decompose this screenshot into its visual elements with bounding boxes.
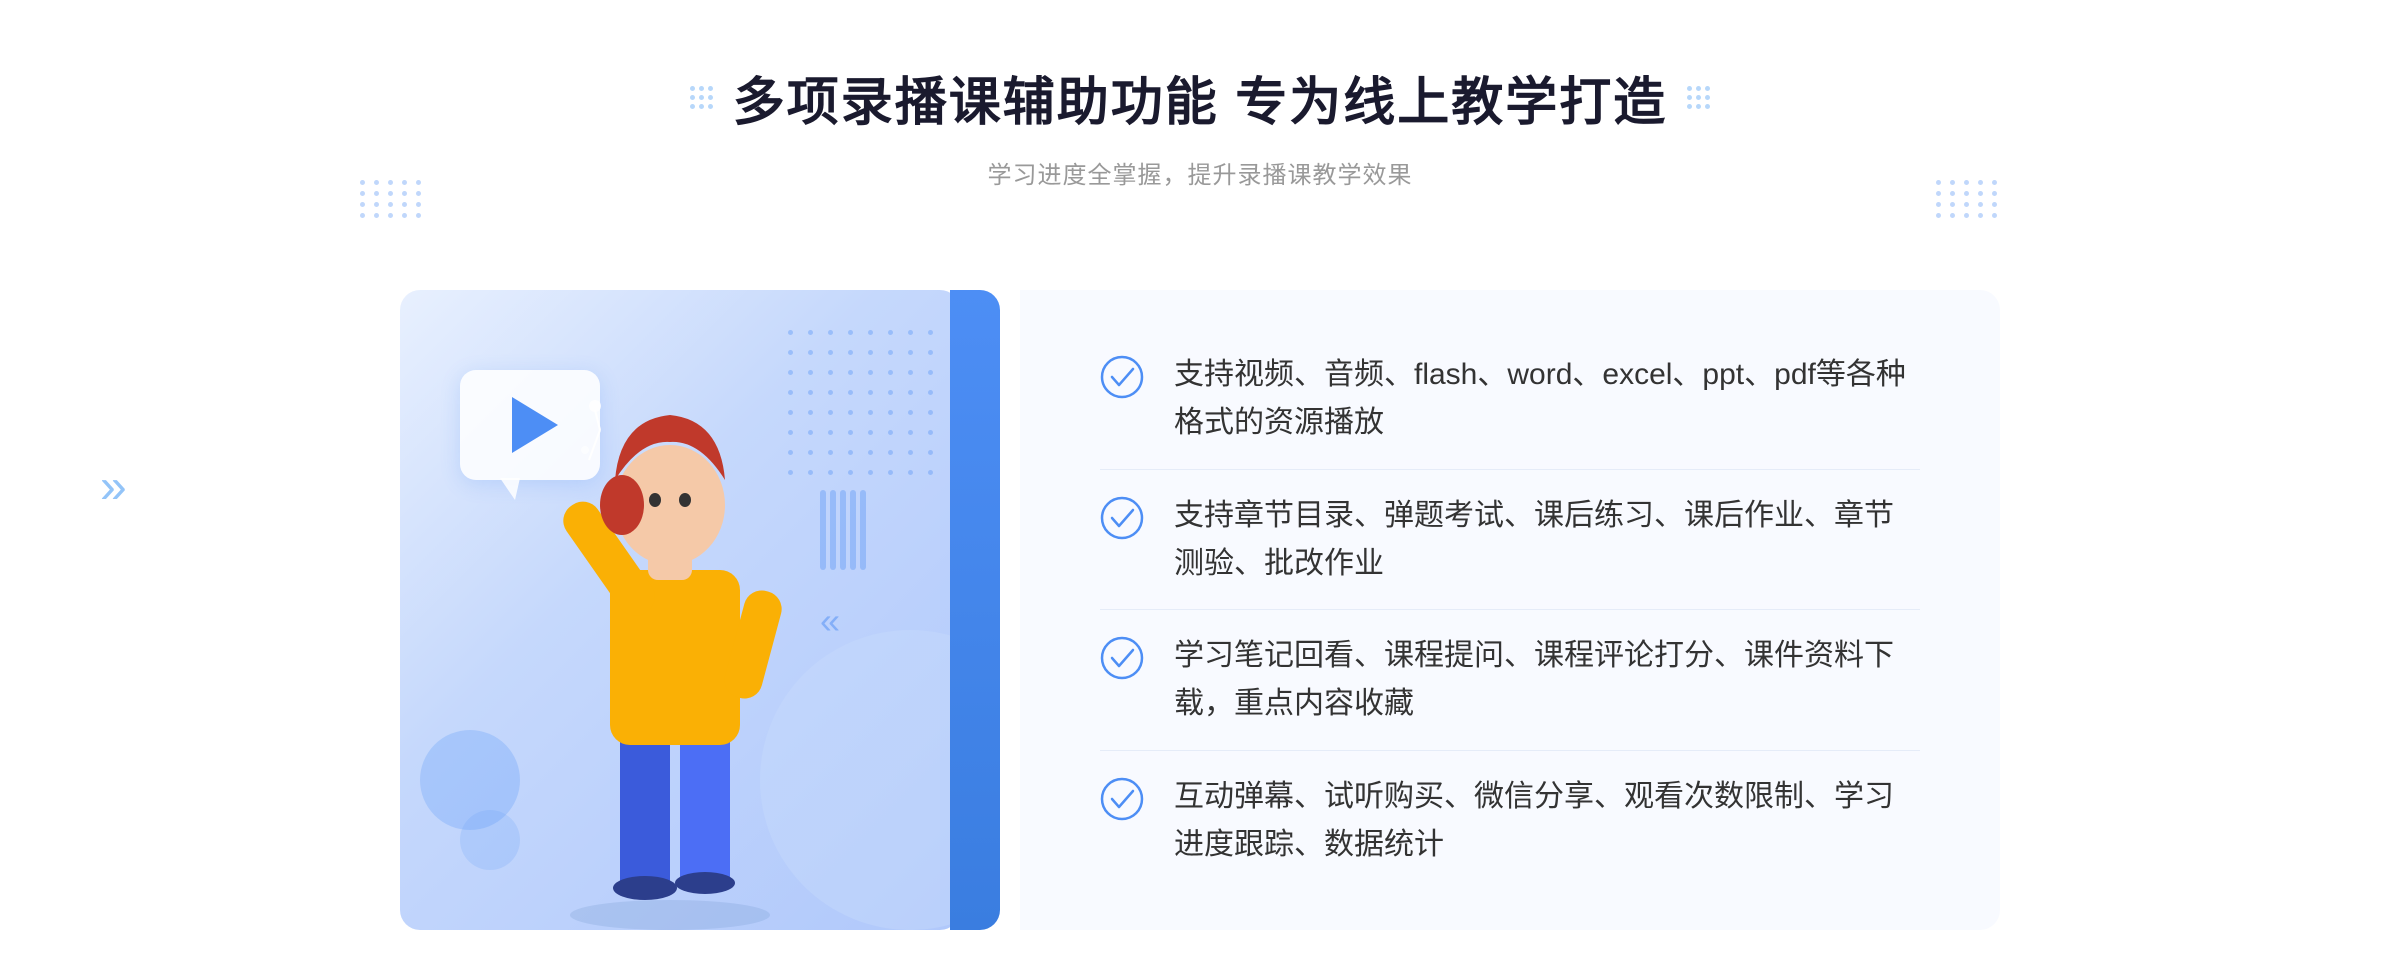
- left-chevron-icon: »: [100, 460, 127, 515]
- features-panel: 支持视频、音频、flash、word、excel、ppt、pdf等各种格式的资源…: [1020, 290, 2000, 930]
- main-content: «: [400, 250, 2000, 970]
- blue-accent-bar: [950, 290, 1000, 930]
- title-dots-right: [1687, 86, 1710, 109]
- feature-divider-2: [1100, 609, 1920, 610]
- feature-item-2: 支持章节目录、弹题考试、课后练习、课后作业、章节测验、批改作业: [1100, 472, 1920, 608]
- check-circle-icon-3: [1100, 636, 1144, 680]
- header-section: 多项录播课辅助功能 专为线上教学打造 学习进度全掌握，提升录播课教学效果: [690, 60, 1710, 190]
- feature-divider-3: [1100, 750, 1920, 751]
- person-figure: [500, 350, 840, 930]
- feature-item-3: 学习笔记回看、课程提问、课程评论打分、课件资料下载，重点内容收藏: [1100, 612, 1920, 748]
- page-title: 多项录播课辅助功能 专为线上教学打造: [733, 60, 1667, 135]
- page-subtitle: 学习进度全掌握，提升录播课教学效果: [690, 155, 1710, 190]
- check-circle-icon-2: [1100, 496, 1144, 540]
- left-illustration: «: [400, 250, 1020, 970]
- feature-item-4: 互动弹幕、试听购买、微信分享、观看次数限制、学习进度跟踪、数据统计: [1100, 753, 1920, 889]
- check-circle-icon-1: [1100, 355, 1144, 399]
- feature-text-1: 支持视频、音频、flash、word、excel、ppt、pdf等各种格式的资源…: [1174, 351, 1920, 447]
- feature-divider-1: [1100, 469, 1920, 470]
- feature-text-2: 支持章节目录、弹题考试、课后练习、课后作业、章节测验、批改作业: [1174, 492, 1920, 588]
- title-dots-left: [690, 86, 713, 109]
- feature-item-1: 支持视频、音频、flash、word、excel、ppt、pdf等各种格式的资源…: [1100, 331, 1920, 467]
- feature-text-4: 互动弹幕、试听购买、微信分享、观看次数限制、学习进度跟踪、数据统计: [1174, 773, 1920, 869]
- illustration-background: «: [400, 290, 960, 930]
- feature-text-3: 学习笔记回看、课程提问、课程评论打分、课件资料下载，重点内容收藏: [1174, 632, 1920, 728]
- check-circle-icon-4: [1100, 777, 1144, 821]
